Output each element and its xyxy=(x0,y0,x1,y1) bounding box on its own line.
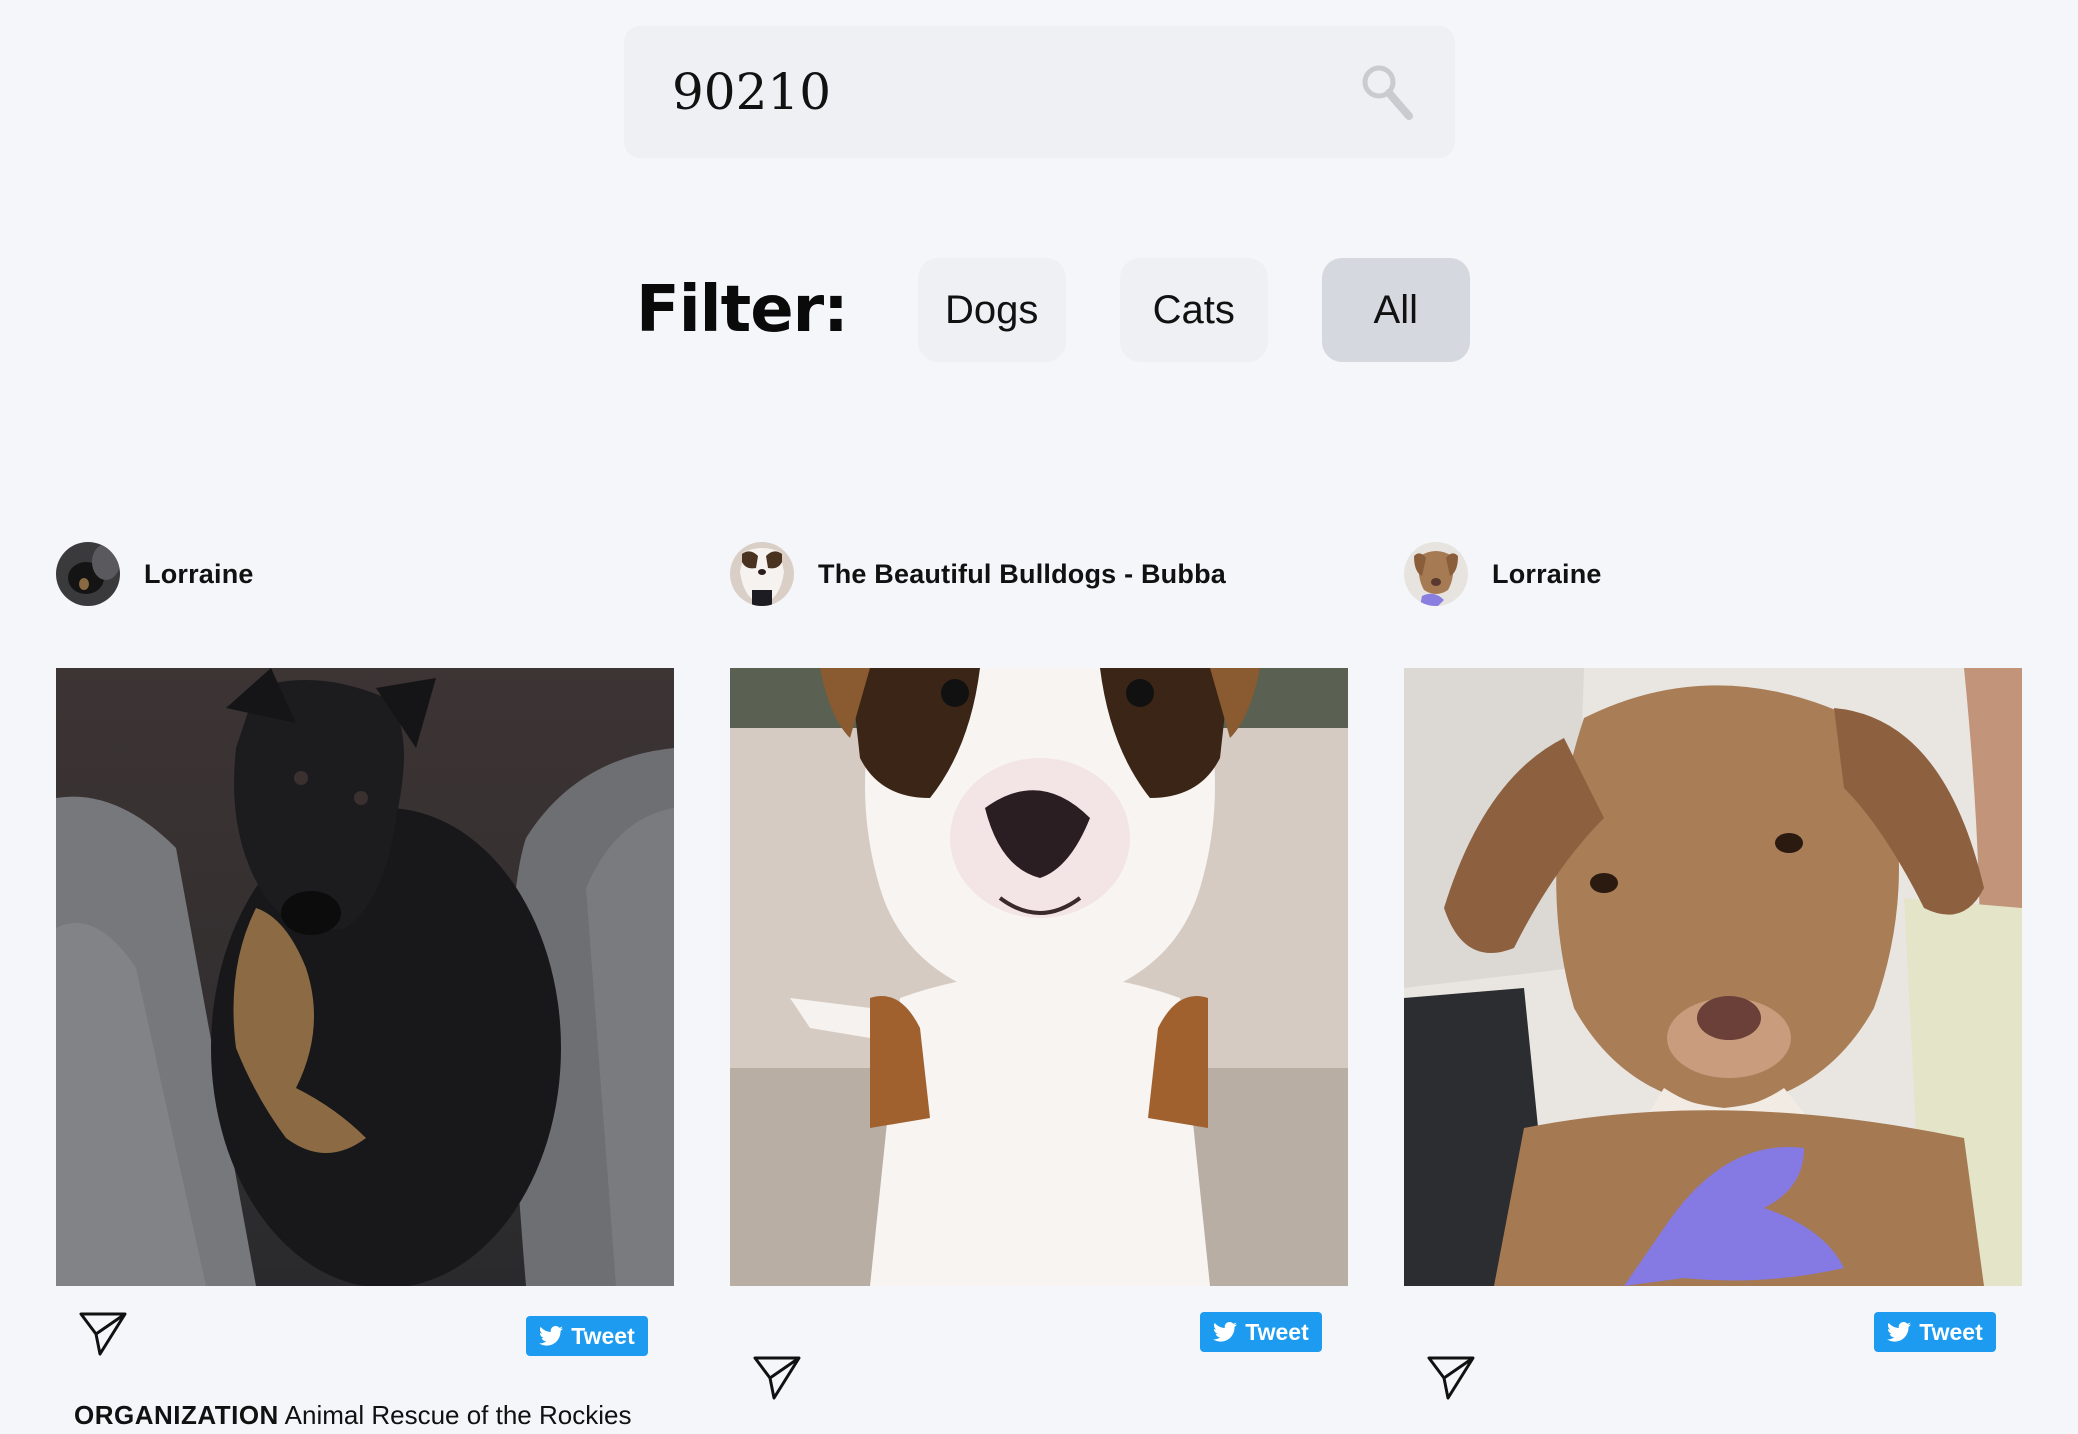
twitter-bird-icon xyxy=(539,1326,564,1346)
organization-line: ORGANIZATION Animal Rescue of the Rockie… xyxy=(74,1400,631,1431)
twitter-bird-icon xyxy=(1887,1322,1912,1342)
tweet-button[interactable]: Tweet xyxy=(526,1316,648,1356)
tweet-label: Tweet xyxy=(571,1322,635,1349)
filter-label: Filter: xyxy=(636,273,849,347)
avatar[interactable] xyxy=(1404,542,1468,606)
card-header: Lorraine xyxy=(56,540,674,608)
avatar[interactable] xyxy=(730,542,794,606)
card-header: Lorraine xyxy=(1404,540,2022,608)
card-header: The Beautiful Bulldogs - Bubba xyxy=(730,540,1348,608)
filter-all-button[interactable]: All xyxy=(1321,258,1470,362)
tweet-label: Tweet xyxy=(1919,1318,1983,1345)
search-input[interactable] xyxy=(672,63,1272,121)
twitter-bird-icon xyxy=(1213,1322,1238,1342)
pet-photo[interactable] xyxy=(1404,668,2022,1286)
organization-name[interactable]: Animal Rescue of the Rockies xyxy=(285,1400,632,1430)
page: Filter: Dogs Cats All Lorraine xyxy=(0,0,2078,1434)
pet-card: Lorraine xyxy=(1404,540,2022,1400)
send-icon[interactable] xyxy=(1426,1354,1476,1402)
poster-name[interactable]: The Beautiful Bulldogs - Bubba xyxy=(818,559,1226,590)
tweet-label: Tweet xyxy=(1245,1318,1309,1345)
search-bar[interactable] xyxy=(624,26,1455,158)
filter-dogs-button[interactable]: Dogs xyxy=(917,258,1066,362)
pet-photo[interactable] xyxy=(730,668,1348,1286)
tweet-button[interactable]: Tweet xyxy=(1200,1312,1322,1352)
send-icon[interactable] xyxy=(78,1310,128,1358)
tweet-button[interactable]: Tweet xyxy=(1874,1312,1996,1352)
pet-photo[interactable] xyxy=(56,668,674,1286)
send-icon[interactable] xyxy=(752,1354,802,1402)
poster-name[interactable]: Lorraine xyxy=(1492,559,1602,590)
pet-card: The Beautiful Bulldogs - Bubba Tweet xyxy=(730,540,1348,1400)
avatar[interactable] xyxy=(56,542,120,606)
organization-label: ORGANIZATION xyxy=(74,1400,279,1430)
pet-card: Lorraine xyxy=(56,540,674,1430)
filter-bar: Filter: Dogs Cats All xyxy=(636,258,1524,362)
filter-cats-button[interactable]: Cats xyxy=(1119,258,1268,362)
poster-name[interactable]: Lorraine xyxy=(144,559,254,590)
search-icon[interactable] xyxy=(1359,62,1415,122)
